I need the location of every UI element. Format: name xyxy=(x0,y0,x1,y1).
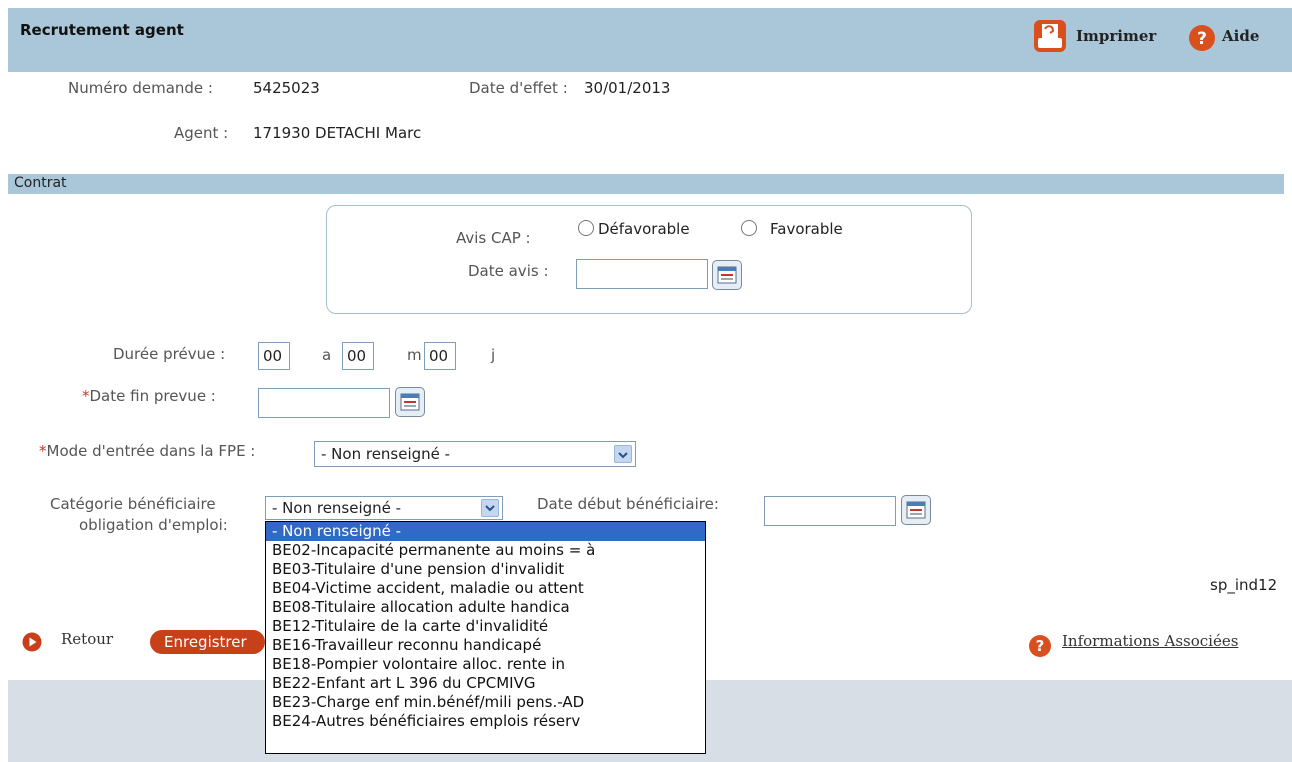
date-avis-label: Date avis : xyxy=(468,262,549,280)
date-debut-benef-input[interactable] xyxy=(764,496,896,526)
duree-years-unit: a xyxy=(322,346,332,364)
categorie-select[interactable]: - Non renseigné - xyxy=(265,496,503,520)
date-debut-benef-label: Date début bénéficiaire: xyxy=(537,495,719,513)
categorie-label-line1: Catégorie bénéficiaire xyxy=(50,495,216,513)
print-link[interactable]: Imprimer xyxy=(1076,27,1156,45)
date-fin-label: *Date fin prevue : xyxy=(82,387,216,405)
mode-entree-label-text: Mode d'entrée dans la FPE : xyxy=(46,442,256,460)
date-fin-label-text: Date fin prevue : xyxy=(89,387,216,405)
dropdown-option[interactable]: BE02-Incapacité permanente au moins = à xyxy=(266,541,705,560)
date-avis-calendar-button[interactable] xyxy=(712,260,742,290)
numero-demande-label: Numéro demande : xyxy=(68,79,213,97)
retour-link[interactable]: Retour xyxy=(61,630,113,648)
dropdown-option[interactable]: BE12-Titulaire de la carte d'invalidité xyxy=(266,617,705,636)
help-icon[interactable]: ? xyxy=(1188,24,1216,52)
radio-favorable-label[interactable]: Favorable xyxy=(770,220,843,238)
dropdown-option[interactable]: BE08-Titulaire allocation adulte handica xyxy=(266,598,705,617)
dropdown-option[interactable]: BE18-Pompier volontaire alloc. rente in xyxy=(266,655,705,674)
dropdown-option[interactable]: BE03-Titulaire d'une pension d'invalidit xyxy=(266,560,705,579)
calendar-icon xyxy=(400,393,420,411)
section-title: Contrat xyxy=(14,175,67,191)
radio-defavorable[interactable] xyxy=(578,220,594,236)
duree-months-input[interactable]: 00 xyxy=(342,342,374,370)
date-fin-input[interactable] xyxy=(258,388,390,418)
play-arrow-icon[interactable] xyxy=(22,632,42,652)
dropdown-option[interactable]: BE24-Autres bénéficiaires emplois réserv xyxy=(266,712,705,731)
mode-entree-selected: - Non renseigné - xyxy=(321,445,451,463)
avis-cap-label: Avis CAP : xyxy=(456,229,531,247)
chevron-down-icon[interactable] xyxy=(614,445,632,463)
svg-text:?: ? xyxy=(1197,29,1207,49)
dropdown-option[interactable]: BE04-Victime accident, maladie ou attent xyxy=(266,579,705,598)
mode-entree-select[interactable]: - Non renseigné - xyxy=(314,441,636,467)
calendar-icon xyxy=(717,266,737,284)
svg-text:?: ? xyxy=(1036,637,1045,655)
categorie-label-line2: obligation d'emploi: xyxy=(79,516,228,534)
agent-label: Agent : xyxy=(174,124,229,142)
duree-days-input[interactable]: 00 xyxy=(424,342,456,370)
date-effet-label: Date d'effet : xyxy=(469,79,568,97)
duree-months-unit: m xyxy=(407,346,422,364)
agent-value: 171930 DETACHI Marc xyxy=(253,124,422,142)
duree-prevue-label: Durée prévue : xyxy=(113,345,226,363)
help-link[interactable]: Aide xyxy=(1222,27,1259,45)
numero-demande-value: 5425023 xyxy=(253,79,320,97)
dropdown-option[interactable]: BE16-Travailleur reconnu handicapé xyxy=(266,636,705,655)
date-effet-value: 30/01/2013 xyxy=(584,79,671,97)
dropdown-option[interactable]: - Non renseigné - xyxy=(266,522,705,541)
categorie-selected: - Non renseigné - xyxy=(272,499,402,517)
informations-associees-link[interactable]: Informations Associées xyxy=(1062,632,1238,650)
date-debut-calendar-button[interactable] xyxy=(901,495,931,525)
page-code: sp_ind12 xyxy=(1210,576,1278,594)
radio-defavorable-label[interactable]: Défavorable xyxy=(598,220,690,238)
page-title: Recrutement agent xyxy=(20,21,184,39)
duree-years-input[interactable]: 00 xyxy=(258,342,290,370)
enregistrer-button[interactable]: Enregistrer xyxy=(150,630,265,654)
section-bar xyxy=(8,174,1284,194)
date-avis-input[interactable] xyxy=(576,259,708,289)
dropdown-option[interactable]: BE23-Charge enf min.bénéf/mili pens.-AD xyxy=(266,693,705,712)
required-mark: * xyxy=(39,442,47,460)
calendar-icon xyxy=(906,501,926,519)
help-icon[interactable]: ? xyxy=(1028,634,1052,658)
radio-favorable[interactable] xyxy=(741,220,757,236)
chevron-down-icon[interactable] xyxy=(481,499,499,517)
categorie-dropdown-list[interactable]: - Non renseigné - BE02-Incapacité perman… xyxy=(265,521,706,754)
mode-entree-label: *Mode d'entrée dans la FPE : xyxy=(39,442,255,460)
date-fin-calendar-button[interactable] xyxy=(395,387,425,417)
required-mark: * xyxy=(82,387,90,405)
print-icon[interactable] xyxy=(1033,19,1067,53)
dropdown-option[interactable]: BE22-Enfant art L 396 du CPCMIVG xyxy=(266,674,705,693)
duree-days-unit: j xyxy=(491,346,496,364)
